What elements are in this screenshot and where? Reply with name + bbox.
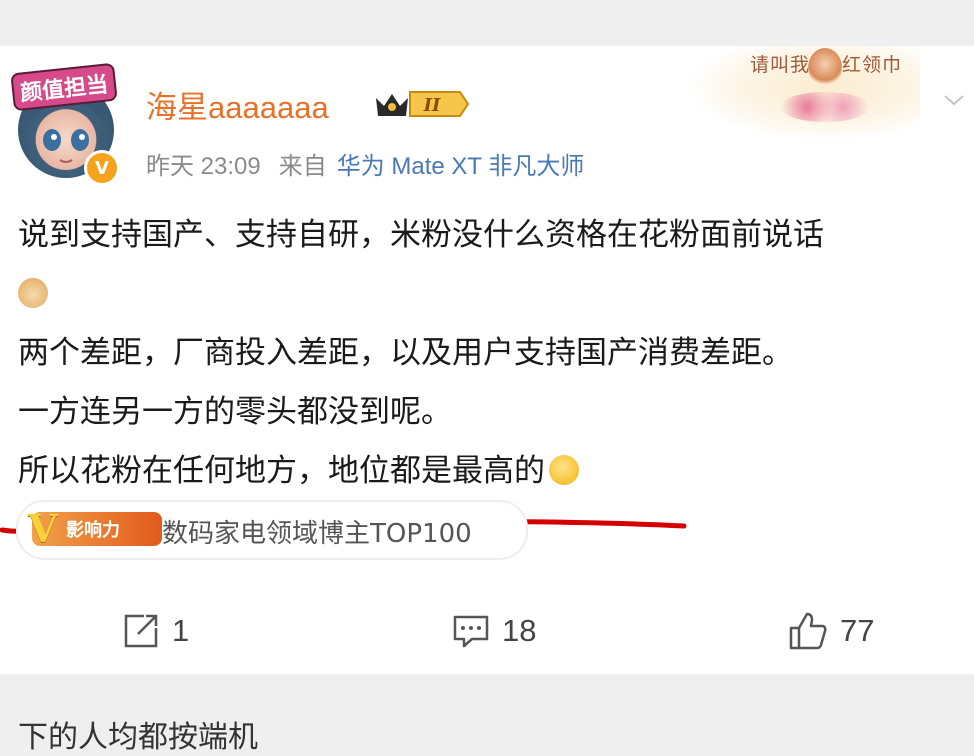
repost-icon xyxy=(124,614,158,648)
post-actions: 1 18 77 xyxy=(0,606,974,656)
post-meta: 昨天 23:09 来自 华为 Mate XT 非凡大师 xyxy=(146,146,584,181)
source-device-link[interactable]: 华为 Mate XT 非凡大师 xyxy=(337,153,585,180)
decoration-text-right: 红领巾 xyxy=(842,54,903,76)
comment-button[interactable]: 18 xyxy=(452,606,536,656)
repost-button[interactable]: 1 xyxy=(122,606,189,656)
influence-badge: V 影响力 xyxy=(28,506,162,551)
content-line: 一方连另一方的零头都没到呢。 xyxy=(18,394,452,430)
influence-tag-label: 数码家电领域博主TOP100 xyxy=(162,519,472,549)
content-line: 两个差距，厂商投入差距，以及用户支持国产消费差距。 xyxy=(18,335,793,371)
card-decoration: 请叫我 红领巾 xyxy=(690,46,920,140)
decoration-figure-icon xyxy=(808,48,842,88)
smile-emoji-icon xyxy=(549,455,579,485)
like-button[interactable]: 77 xyxy=(788,606,874,656)
thumbs-up-icon xyxy=(789,612,827,650)
member-crown-icon[interactable]: II xyxy=(372,88,470,120)
doge-emoji-icon xyxy=(18,278,48,308)
post-time: 昨天 23:09 xyxy=(146,153,261,180)
content-line: 说到支持国产、支持自研，米粉没什么资格在花粉面前说话 xyxy=(18,217,824,253)
member-level-text: II xyxy=(423,95,441,116)
decoration-flowers-icon xyxy=(780,92,870,122)
decoration-text-left: 请叫我 xyxy=(750,54,811,76)
content-line-emoji xyxy=(18,265,974,324)
avatar[interactable]: 颜值担当 V xyxy=(10,62,120,186)
username[interactable]: 海星aaaaaaa xyxy=(146,82,329,127)
verified-badge-icon: V xyxy=(84,150,120,186)
post-content: 说到支持国产、支持自研，米粉没什么资格在花粉面前说话 两个差距，厂商投入差距，以… xyxy=(18,206,974,501)
chevron-down-icon[interactable] xyxy=(942,88,966,112)
content-line-text: 所以花粉在任何地方，地位都是最高的 xyxy=(18,453,545,489)
content-line-underlined: 所以花粉在任何地方，地位都是最高的 xyxy=(18,442,974,501)
like-count: 77 xyxy=(840,613,875,648)
influence-v-icon: V xyxy=(28,506,58,551)
weibo-post-card: 请叫我 红领巾 颜值担当 V 海星aaaaaaa II 昨天 23:09 来自 华为 xyxy=(0,46,974,674)
influence-badge-text: 影响力 xyxy=(66,520,120,541)
repost-count: 1 xyxy=(172,613,190,648)
comment-count: 18 xyxy=(502,613,537,648)
comment-icon xyxy=(453,615,489,648)
source-label: 来自 xyxy=(278,153,327,180)
influence-tag[interactable]: V 影响力 数码家电领域博主TOP100 xyxy=(16,500,528,560)
next-post-preview: 下的人均都按端机 xyxy=(18,720,258,755)
